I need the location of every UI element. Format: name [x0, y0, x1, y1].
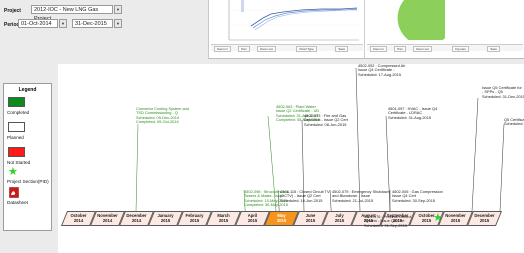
milestone-line: Scheduled: 31-Dec-2015	[482, 93, 524, 99]
month-label: November 2014	[93, 213, 122, 223]
legend-title: Legend	[18, 87, 37, 93]
month-year: 2015	[450, 218, 461, 223]
milestone-line: Scheduled: 08-Jun-2015	[304, 121, 347, 127]
month-label: December 2014	[122, 213, 151, 223]
milestone-annotation[interactable]: 4502-079 : Emergency Shutdown and Blowdow…	[332, 189, 390, 203]
milestone-annotation[interactable]: 4501-076 : Process Control System - Issue…	[364, 214, 411, 228]
milestone-annotation[interactable]: 4502-052 : Compressed Air Issue Q4 Certif…	[358, 63, 405, 77]
datasheet-label: Datasheet	[7, 200, 28, 205]
milestone-annotation[interactable]: 4502-005 : Gas Compression Issue Q4 Cert S…	[392, 189, 443, 203]
milestone-line: Scheduled: 31-Aug-2015	[388, 114, 432, 120]
month-year: 2015	[479, 218, 490, 223]
milestone-annotation[interactable]: 4502-073 : Fire and Gas Detection - Issue…	[304, 113, 348, 127]
project-section-star-icon[interactable]: ★	[433, 213, 443, 224]
month-label: May 2015	[267, 213, 296, 223]
period-to-dropdown-button[interactable]: ▼	[114, 19, 122, 28]
month-label: March 2015	[209, 213, 238, 223]
pdf-icon[interactable]	[9, 187, 19, 198]
planned-swatch	[8, 122, 25, 132]
milestone-line: Scheduled: 01-Sep-2015	[364, 222, 408, 228]
save-button[interactable]: Save	[487, 46, 501, 52]
milestone-annotation[interactable]: 4501-115 : Closed Circuit TV (CCTV) - Iss…	[280, 189, 330, 203]
zoom-out-button[interactable]: Zoom out	[413, 46, 432, 52]
zoom-in-button[interactable]: Zoom in	[370, 46, 387, 52]
month-year: 2014	[73, 218, 84, 223]
project-label: Project	[4, 8, 21, 14]
not-started-label: Not Started	[7, 160, 31, 165]
month-label: December 2015	[470, 213, 499, 223]
pan-button[interactable]: Pan	[394, 46, 406, 52]
project-section-label: Project Section(PID)	[7, 179, 49, 184]
pie-chart-thumbnail	[397, 0, 445, 40]
milestone-annotation[interactable]: 4501-097 : HVAC - Issue Q4 Certificate - …	[388, 106, 437, 120]
milestone-annotation[interactable]: Convertor Cooling System and TSD Commissi…	[136, 106, 189, 125]
period-to-select[interactable]: 31-Dec-2015	[72, 19, 113, 28]
chart-type-button[interactable]: Chart Type	[296, 46, 317, 52]
month-year: 2014	[131, 218, 142, 223]
zoom-in-button[interactable]: Zoom in	[214, 46, 231, 52]
month-year: 2015	[334, 218, 345, 223]
month-year: 2015	[189, 218, 200, 223]
month-label: June 2015	[296, 213, 325, 223]
chevron-down-icon: ▼	[116, 21, 120, 26]
left-chart-toolbar: Zoom in Pan Zoom out Chart Type Save	[211, 44, 363, 52]
month-label: April 2015	[238, 213, 267, 223]
planned-label: Planned	[7, 135, 24, 140]
pan-button[interactable]: Pan	[238, 46, 250, 52]
milestone-line: Scheduled: 21-Jul-2015	[332, 197, 374, 203]
milestone-annotation[interactable]: Issue Q5 Certificate for - SPPs - Q5 Sched…	[482, 85, 524, 99]
chevron-down-icon: ▼	[61, 21, 65, 26]
milestone-line: Completed: 09-Oct-2014	[136, 119, 179, 125]
star-icon: ★	[8, 166, 18, 178]
month-year: 2015	[305, 218, 316, 223]
project-dropdown-button[interactable]: ▼	[114, 5, 122, 14]
month-year: 2014	[102, 218, 113, 223]
project-select[interactable]: 2012-IOC - New LNG Gas Project	[31, 5, 113, 22]
line-chart-thumbnail	[228, 0, 359, 41]
not-started-swatch	[8, 147, 25, 157]
period-from-dropdown-button[interactable]: ▼	[59, 19, 67, 28]
legend-panel: Legend Completed Planned Not Started ★ P…	[3, 83, 52, 231]
fig-sets-button[interactable]: Fig sets	[452, 46, 469, 52]
right-chart-toolbar: Zoom in Pan Zoom out Fig sets Save	[367, 44, 523, 52]
month-year: 2015	[247, 218, 258, 223]
month-label: February 2015	[180, 213, 209, 223]
completed-swatch	[8, 97, 25, 107]
month-label: January 2015	[151, 213, 180, 223]
milestone-line: Completed: 30-May-2015	[244, 202, 288, 208]
month-year: 2015	[160, 218, 171, 223]
milestone-annotation[interactable]: Q5 Certificate Issued f...Scheduled: 07-…	[504, 117, 524, 127]
milestone-line: Scheduled: 17-Aug-2015	[358, 71, 402, 77]
milestone-line: Scheduled: 10-Jun-2015	[280, 197, 323, 203]
milestone-line: Scheduled: 30-Sep-2015	[392, 197, 436, 203]
completed-label: Completed	[7, 110, 30, 115]
milestone-timeline: October 2014 November 2014 December 2014 Janua…	[58, 63, 524, 253]
period-from-select[interactable]: 01-Oct-2014	[18, 19, 58, 28]
zoom-out-button[interactable]: Zoom out	[257, 46, 276, 52]
save-button[interactable]: Save	[335, 46, 349, 52]
month-label: October 2014	[64, 213, 93, 223]
month-year: 2015	[218, 218, 229, 223]
month-label: July 2015	[325, 213, 354, 223]
month-year: 2015	[276, 218, 287, 223]
chart-thumbnails-panel: Zoom in Pan Zoom out Chart Type Save Zoo…	[208, 0, 524, 59]
milestone-line: Scheduled: 07-Dec-2...	[504, 121, 524, 127]
chevron-down-icon: ▼	[116, 7, 120, 12]
month-label: November 2015	[441, 213, 470, 223]
